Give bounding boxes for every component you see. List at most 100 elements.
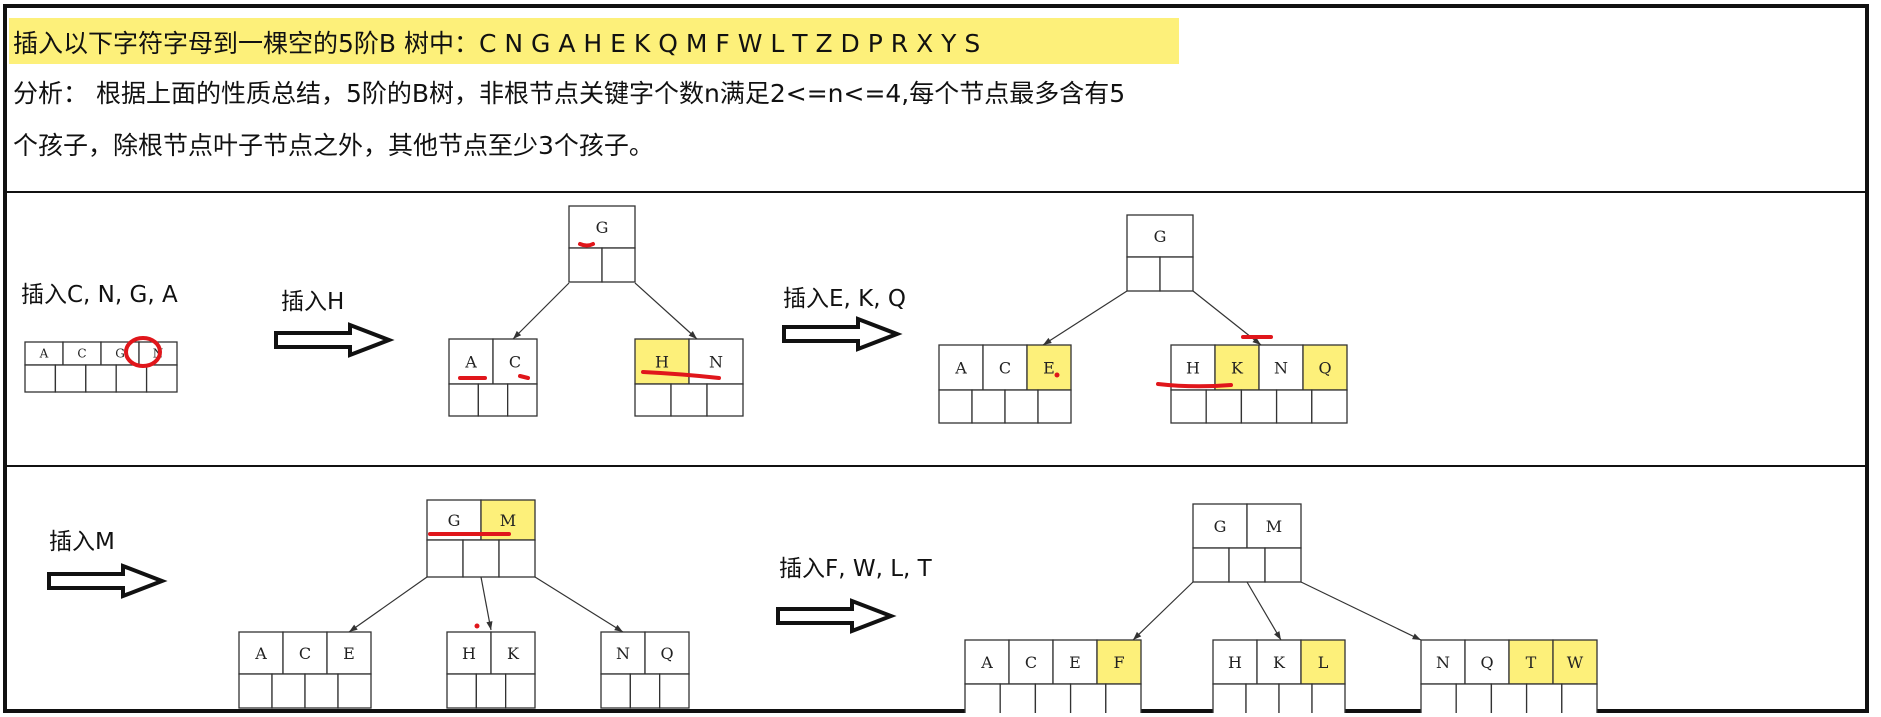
key-label: G <box>1154 227 1167 246</box>
step-label-insert-m: 插入M <box>49 529 115 555</box>
child-pointer-cell <box>1455 683 1493 713</box>
diagram-frame: 插入以下字符字母到一棵空的5阶B 树中：C N G A H E K Q M F … <box>3 4 1869 713</box>
child-pointer-cell <box>145 364 178 393</box>
tree-edge <box>1042 290 1128 346</box>
child-pointer-cell <box>337 673 372 709</box>
dot-mark <box>474 623 480 629</box>
arrow-right-icon <box>782 316 903 352</box>
child-pointer-cell <box>971 389 1006 424</box>
key-label: T <box>1526 653 1537 672</box>
child-pointer-cell <box>1212 683 1247 713</box>
child-pointer-cell <box>1105 683 1142 713</box>
child-pointer-cell <box>24 364 57 393</box>
child-pointer-cell <box>1311 683 1346 713</box>
child-pointer-cell <box>426 539 464 578</box>
key-label: E <box>343 644 355 663</box>
child-pointer-cell <box>1004 389 1039 424</box>
underline-mark <box>1156 382 1233 389</box>
child-pointer-cell <box>1490 683 1528 713</box>
child-pointer-cell <box>1069 683 1107 713</box>
key-label: M <box>500 511 516 530</box>
child-pointer-cell <box>238 673 273 709</box>
key-label: K <box>1273 653 1286 672</box>
tree-edge <box>1246 581 1282 641</box>
key-label: E <box>1043 359 1055 378</box>
underline-mark <box>578 242 595 248</box>
arrow-right-icon <box>47 563 168 599</box>
arrow-right-icon <box>274 322 395 358</box>
key-label: C <box>999 359 1011 378</box>
key-label: C <box>77 347 86 361</box>
key-label: G <box>115 347 125 361</box>
problem-title: 插入以下字符字母到一棵空的5阶B 树中：C N G A H E K Q M F … <box>13 29 980 58</box>
child-pointer-cell <box>304 673 339 709</box>
child-pointer-cell <box>115 364 148 393</box>
child-pointer-cell <box>634 383 672 417</box>
key-label: A <box>254 644 267 663</box>
tree-edge <box>1132 581 1194 641</box>
analysis-line-1: 分析： 根据上面的性质总结，5阶的B树，非根节点关键字个数n满足2<=n<=4,… <box>13 79 1125 108</box>
key-label: K <box>1231 359 1244 378</box>
arrowhead <box>486 621 493 630</box>
step-label-insert-cnga: 插入C, N, G, A <box>21 282 178 308</box>
child-pointer-cell <box>629 673 661 709</box>
child-pointer-cell <box>477 383 509 417</box>
child-pointer-cell <box>659 673 690 709</box>
tree-edge <box>634 282 698 340</box>
key-label: H <box>655 353 669 372</box>
child-pointer-cell <box>999 683 1037 713</box>
child-pointer-cell <box>670 383 708 417</box>
child-pointer-cell <box>1126 256 1161 292</box>
key-label: K <box>507 644 520 663</box>
child-pointer-cell <box>1205 389 1243 424</box>
key-label: C <box>509 353 521 372</box>
child-pointer-cell <box>1525 683 1563 713</box>
child-pointer-cell <box>1192 547 1230 583</box>
child-pointer-cell <box>1037 389 1072 424</box>
child-pointer-cell <box>938 389 973 424</box>
child-pointer-cell <box>448 383 479 417</box>
key-label: Q <box>1318 359 1331 378</box>
arrow-right-icon <box>776 598 897 634</box>
key-label: G <box>448 511 461 530</box>
key-label: N <box>1436 653 1450 672</box>
dot-mark <box>1054 372 1060 378</box>
key-label: W <box>1567 653 1584 672</box>
child-pointer-cell <box>1170 389 1207 424</box>
child-pointer-cell <box>964 683 1001 713</box>
key-label: E <box>1069 653 1081 672</box>
child-pointer-cell <box>1245 683 1280 713</box>
step-label-insert-ekq: 插入E, K, Q <box>783 286 906 312</box>
child-pointer-cell <box>54 364 87 393</box>
child-pointer-cell <box>505 673 536 709</box>
tree-edge <box>1300 581 1422 641</box>
child-pointer-cell <box>446 673 477 709</box>
child-pointer-cell <box>601 247 636 283</box>
child-pointer-cell <box>1561 683 1598 713</box>
child-pointer-cell <box>1275 389 1313 424</box>
child-pointer-cell <box>1311 389 1348 424</box>
child-pointer-cell <box>271 673 306 709</box>
key-label: Q <box>660 644 673 663</box>
child-pointer-cell <box>706 383 744 417</box>
analysis-line-2: 个孩子，除根节点叶子节点之外，其他节点至少3个孩子。 <box>13 131 654 160</box>
tree-edge <box>512 282 570 340</box>
child-pointer-cell <box>462 539 500 578</box>
child-pointer-cell <box>498 539 536 578</box>
underline-mark <box>518 374 530 380</box>
key-label: A <box>464 353 477 372</box>
key-label: H <box>462 644 476 663</box>
arrowhead <box>1043 337 1052 345</box>
key-label: F <box>1113 653 1124 672</box>
child-pointer-cell <box>475 673 507 709</box>
key-label: H <box>1186 359 1200 378</box>
key-label: A <box>980 653 993 672</box>
child-pointer-cell <box>600 673 631 709</box>
child-pointer-cell <box>1264 547 1302 583</box>
arrowhead <box>349 624 358 632</box>
tree-edge <box>348 576 428 633</box>
child-pointer-cell <box>1420 683 1457 713</box>
child-pointer-cell <box>85 364 117 393</box>
child-pointer-cell <box>507 383 538 417</box>
child-pointer-cell <box>1228 547 1266 583</box>
